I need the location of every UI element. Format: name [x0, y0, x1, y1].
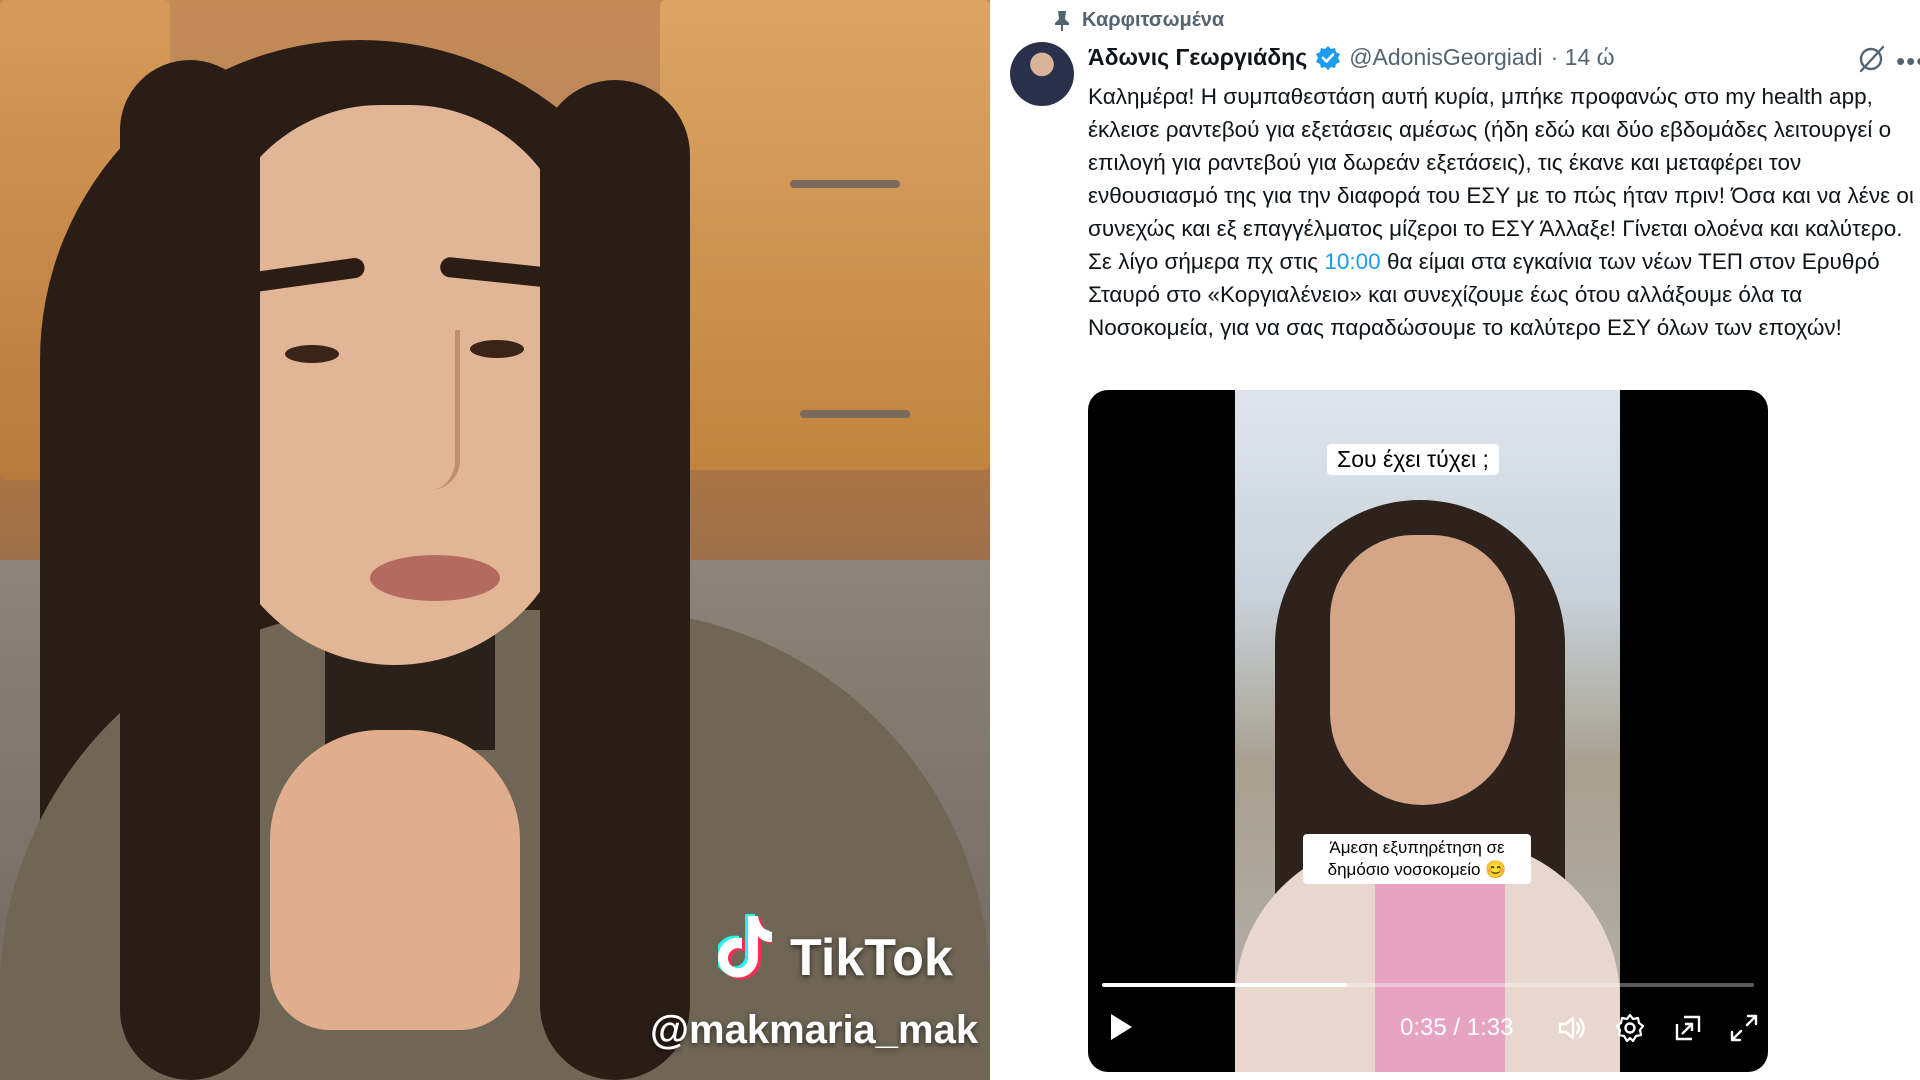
kitchen-cabinet-right [660, 0, 990, 470]
author-name[interactable]: Άδωνις Γεωργιάδης [1088, 44, 1307, 71]
tweet-timestamp[interactable]: · 14 ώ [1551, 44, 1615, 71]
tweet-card: Καρφιτσωμένα Άδωνις Γεωργιάδης @AdonisGe… [990, 0, 1920, 1080]
pinned-label: Καρφιτσωμένα [1082, 9, 1225, 31]
pip-icon[interactable] [1672, 1012, 1704, 1044]
tiktok-wordmark: TikTok [790, 929, 953, 987]
video-progress-bar[interactable] [1102, 983, 1754, 987]
eye-left [285, 345, 339, 363]
fullscreen-icon[interactable] [1728, 1012, 1760, 1044]
video-caption-bottom: Άμεση εξυπηρέτηση σε δημόσιο νοσοκομείο … [1303, 834, 1531, 884]
author-handle[interactable]: @AdonisGeorgiadi [1349, 44, 1542, 71]
tweet-header: Άδωνις Γεωργιάδης @AdonisGeorgiadi · 14 … [1088, 44, 1615, 71]
pinned-indicator: Καρφιτσωμένα [1052, 9, 1224, 32]
pin-icon [1055, 10, 1069, 31]
video-time: 0:35 / 1:33 [1400, 1014, 1514, 1041]
tiktok-logo-icon [718, 914, 772, 980]
eye-right [470, 340, 524, 358]
verified-badge-icon [1316, 45, 1341, 70]
nose [395, 330, 460, 490]
video-frame: Σου έχει τύχει ; Άμεση εξυπηρέτηση σε δη… [1235, 390, 1620, 1072]
tweet-text: Καλημέρα! Η συμπαθεστάση αυτή κυρία, μπή… [1088, 80, 1920, 344]
avatar[interactable] [1010, 42, 1074, 106]
tiktok-still-image: TikTok @makmaria_mak [0, 0, 990, 1080]
video-face [1330, 535, 1515, 805]
volume-icon[interactable] [1556, 1012, 1588, 1044]
tweet-text-time-link[interactable]: 10:00 [1324, 249, 1380, 274]
video-player[interactable]: Σου έχει τύχει ; Άμεση εξυπηρέτηση σε δη… [1088, 390, 1768, 1072]
lips [370, 555, 500, 601]
more-options-icon[interactable]: ••• [1896, 46, 1920, 77]
video-progress-fill [1102, 983, 1348, 987]
play-icon[interactable] [1108, 1012, 1134, 1042]
hair-strand-right [540, 80, 690, 1080]
tiktok-handle: @makmaria_mak [650, 1008, 979, 1052]
hands [270, 730, 520, 1030]
settings-icon[interactable] [1614, 1012, 1646, 1044]
video-caption-top: Σου έχει τύχει ; [1327, 444, 1499, 475]
tweet-text-part1: Καλημέρα! Η συμπαθεστάση αυτή κυρία, μπή… [1088, 84, 1914, 274]
grok-icon[interactable] [1856, 44, 1886, 74]
hair-strand-left [120, 60, 260, 1080]
